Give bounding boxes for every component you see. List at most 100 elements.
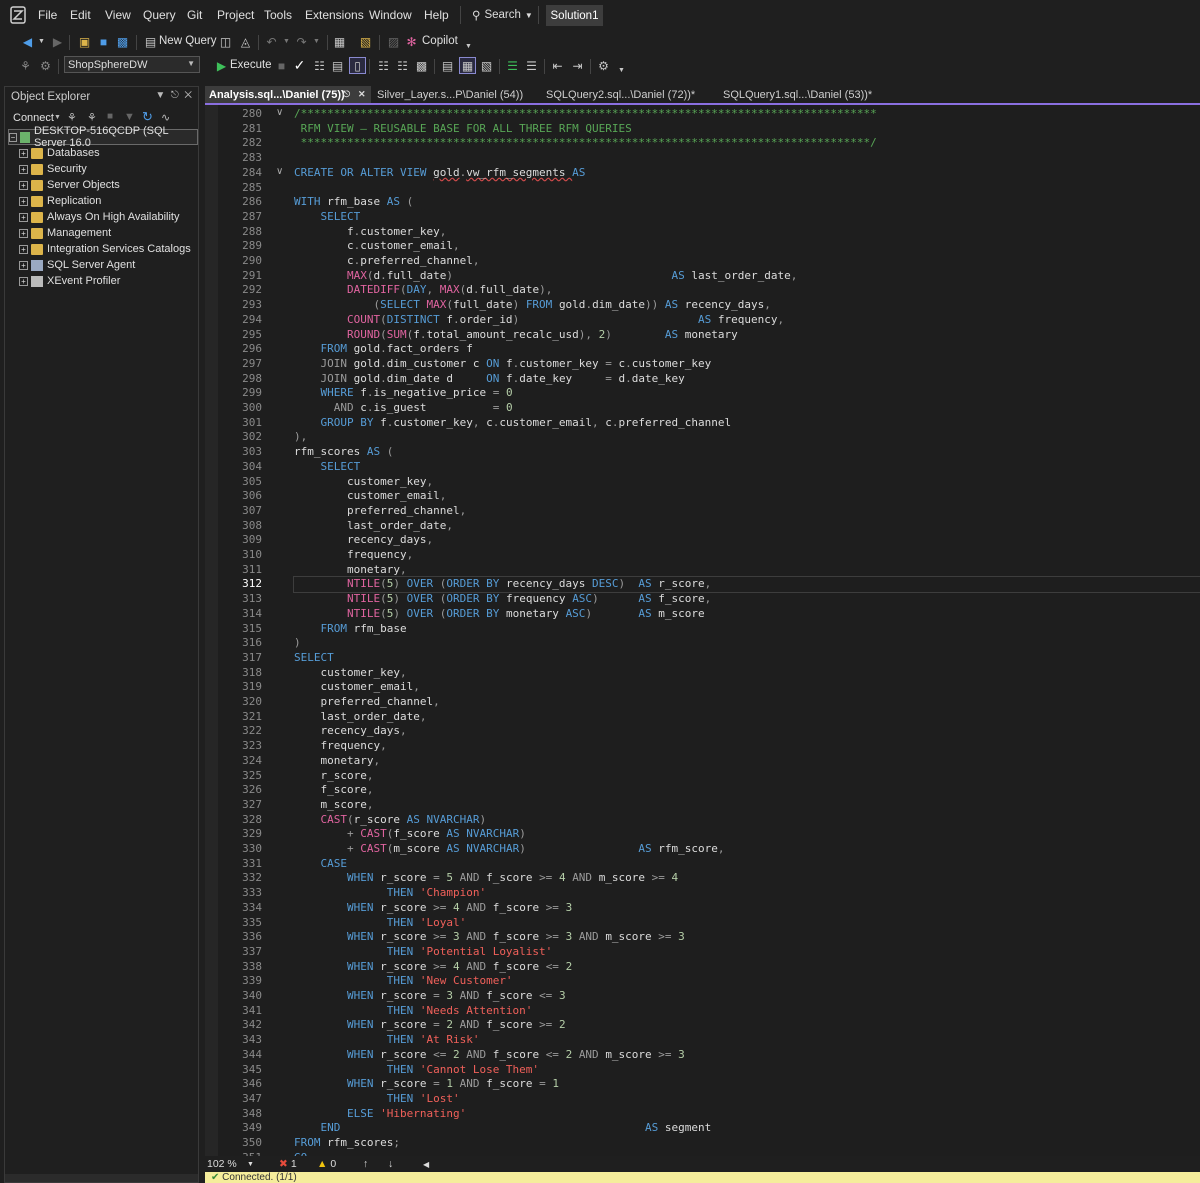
tab-analysis-sql[interactable]: Analysis.sql...\Daniel (75)) ⎋ ✕ <box>205 86 371 103</box>
code-line[interactable]: THEN 'Loyal' <box>294 916 467 931</box>
menu-file[interactable]: File <box>38 8 57 22</box>
horizontal-scrollbar[interactable] <box>5 1174 198 1182</box>
code-line[interactable]: r_score, <box>294 769 373 784</box>
increase-indent-icon[interactable]: ⇥ <box>570 58 585 73</box>
code-line[interactable]: recency_days, <box>294 724 406 739</box>
code-line[interactable]: ELSE 'Hibernating' <box>294 1107 466 1122</box>
menu-help[interactable]: Help <box>424 8 449 22</box>
code-line[interactable]: CASE <box>294 857 347 872</box>
code-line[interactable]: WHEN r_score = 5 AND f_score >= 4 AND m_… <box>294 871 678 886</box>
code-line[interactable]: COUNT(DISTINCT f.order_id) AS frequency, <box>294 313 784 328</box>
toolbar-overflow-icon[interactable]: ▼ <box>614 63 629 78</box>
copilot-button[interactable]: Copilot <box>422 35 458 47</box>
tree-node-management[interactable]: + Management <box>19 225 212 241</box>
code-line[interactable]: ****************************************… <box>294 136 877 151</box>
code-line[interactable]: DATEDIFF(DAY, MAX(d.full_date), <box>294 283 552 298</box>
code-line[interactable]: (SELECT MAX(full_date) FROM gold.dim_dat… <box>294 298 770 313</box>
expand-icon[interactable]: + <box>19 244 28 254</box>
activity-monitor-icon[interactable]: ▦ <box>332 34 347 49</box>
code-line[interactable]: rfm_scores AS ( <box>294 445 393 460</box>
change-connection-icon[interactable]: ⚙ <box>38 58 53 73</box>
expand-icon[interactable]: + <box>19 180 28 190</box>
code-line[interactable]: THEN 'Champion' <box>294 886 486 901</box>
sql-editor[interactable]: 280 281 282 283 284 285 286 287 288 289 290 291 292 2… <box>205 105 1200 1156</box>
tree-node-databases[interactable]: + Databases <box>19 145 212 161</box>
code-line[interactable]: customer_key, <box>294 475 433 490</box>
code-line[interactable]: CAST(r_score AS NVARCHAR) <box>294 813 486 828</box>
code-line[interactable]: NTILE(5) OVER (ORDER BY frequency ASC) A… <box>294 592 711 607</box>
code-line[interactable]: f.customer_key, <box>294 225 446 240</box>
pin-icon[interactable]: ⎋ <box>171 90 179 101</box>
execute-play-icon[interactable]: ▶ <box>214 58 229 73</box>
code-line[interactable]: JOIN gold.dim_date d ON f.date_key = d.d… <box>294 372 684 387</box>
expand-icon[interactable]: + <box>19 260 28 270</box>
connect-button[interactable]: Connect <box>13 112 54 124</box>
next-issue-icon[interactable]: ↓ <box>388 1158 393 1170</box>
code-line[interactable]: f_score, <box>294 783 373 798</box>
tree-node-server[interactable]: − DESKTOP-516QCDP (SQL Server 16.0 <box>8 125 198 149</box>
chevron-down-icon[interactable]: ▼ <box>155 90 165 101</box>
code-line[interactable]: NTILE(5) OVER (ORDER BY monetary ASC) AS… <box>294 607 705 622</box>
code-line[interactable]: ) <box>294 636 301 651</box>
code-line[interactable]: + CAST(m_score AS NVARCHAR) AS rfm_score… <box>294 842 725 857</box>
properties-icon[interactable]: ▨ <box>386 34 401 49</box>
chevron-down-icon[interactable]: ▼ <box>279 34 294 49</box>
code-line[interactable]: FROM rfm_scores; <box>294 1136 400 1151</box>
stop-icon[interactable]: ■ <box>274 58 289 73</box>
connect-plug-icon[interactable]: ⚘ <box>18 58 33 73</box>
save-icon[interactable]: ■ <box>96 34 111 49</box>
tree-node-xevent-profiler[interactable]: + XEvent Profiler <box>19 273 212 289</box>
code-line[interactable]: preferred_channel, <box>294 695 439 710</box>
menu-project[interactable]: Project <box>217 8 254 22</box>
activity-monitor-icon[interactable]: ∿ <box>161 111 170 124</box>
code-line[interactable]: WHERE f.is_negative_price = 0 <box>294 386 512 401</box>
tab-sqlquery1[interactable]: SQLQuery1.sql...\Daniel (53))* <box>719 86 895 103</box>
search-box[interactable]: ⚲ Search ▼ <box>472 6 533 24</box>
code-line[interactable]: frequency, <box>294 739 386 754</box>
expand-icon[interactable]: + <box>19 164 28 174</box>
results-to-file-icon[interactable]: ▧ <box>479 58 494 73</box>
execute-button[interactable]: Execute <box>230 59 272 71</box>
collapse-icon[interactable]: − <box>9 132 17 142</box>
forward-icon[interactable]: ▶ <box>50 34 65 49</box>
code-line[interactable]: CREATE OR ALTER VIEW gold.vw_rfm_segment… <box>294 166 585 181</box>
menu-query[interactable]: Query <box>143 8 176 22</box>
error-count[interactable]: ✖ 1 <box>279 1158 297 1170</box>
code-line[interactable]: customer_email, <box>294 489 446 504</box>
code-line[interactable]: WHEN r_score >= 3 AND f_score >= 3 AND m… <box>294 930 685 945</box>
menu-tools[interactable]: Tools <box>264 8 292 22</box>
code-line[interactable]: WHEN r_score = 1 AND f_score = 1 <box>294 1077 559 1092</box>
code-line[interactable]: WHEN r_score >= 4 AND f_score <= 2 <box>294 960 572 975</box>
code-line[interactable]: JOIN gold.dim_customer c ON f.customer_k… <box>294 357 711 372</box>
code-line[interactable]: recency_days, <box>294 533 433 548</box>
code-line[interactable]: GROUP BY f.customer_key, c.customer_emai… <box>294 416 731 431</box>
expand-icon[interactable]: + <box>19 276 28 286</box>
tree-node-always-on[interactable]: + Always On High Availability <box>19 209 212 225</box>
code-line[interactable]: monetary, <box>294 563 407 578</box>
filter-icon[interactable]: ▼ <box>124 111 135 123</box>
chevron-down-icon[interactable]: ▼ <box>54 114 61 121</box>
tree-node-sql-server-agent[interactable]: + SQL Server Agent <box>19 257 212 273</box>
tree-node-server-objects[interactable]: + Server Objects <box>19 177 212 193</box>
client-stats-icon[interactable]: ▩ <box>414 58 429 73</box>
code-line[interactable]: SELECT <box>294 460 360 475</box>
new-query-button[interactable]: New Query <box>159 35 217 47</box>
code-line[interactable]: THEN 'Potential Loyalist' <box>294 945 553 960</box>
database-query-icon[interactable]: ◫ <box>218 34 233 49</box>
undo-icon[interactable]: ↶ <box>264 34 279 49</box>
warning-count[interactable]: ▲ 0 <box>317 1158 336 1170</box>
previous-issue-icon[interactable]: ↑ <box>363 1158 368 1170</box>
tree-node-security[interactable]: + Security <box>19 161 212 177</box>
available-databases-select[interactable]: ShopSphereDW ▼ <box>64 56 200 73</box>
menu-view[interactable]: View <box>105 8 131 22</box>
pin-icon[interactable]: ⎋ <box>343 89 350 100</box>
menu-window[interactable]: Window <box>369 8 412 22</box>
code-line[interactable]: THEN 'Needs Attention' <box>294 1004 533 1019</box>
code-line[interactable]: FROM gold.fact_orders f <box>294 342 472 357</box>
code-line[interactable]: WHEN r_score >= 4 AND f_score >= 3 <box>294 901 572 916</box>
menu-git[interactable]: Git <box>187 8 202 22</box>
results-to-grid-icon[interactable]: ▦ <box>459 57 476 74</box>
back-icon[interactable]: ◀ <box>20 34 35 49</box>
code-line[interactable]: c.preferred_channel, <box>294 254 479 269</box>
code-line[interactable]: RFM VIEW – REUSABLE BASE FOR ALL THREE R… <box>294 122 632 137</box>
